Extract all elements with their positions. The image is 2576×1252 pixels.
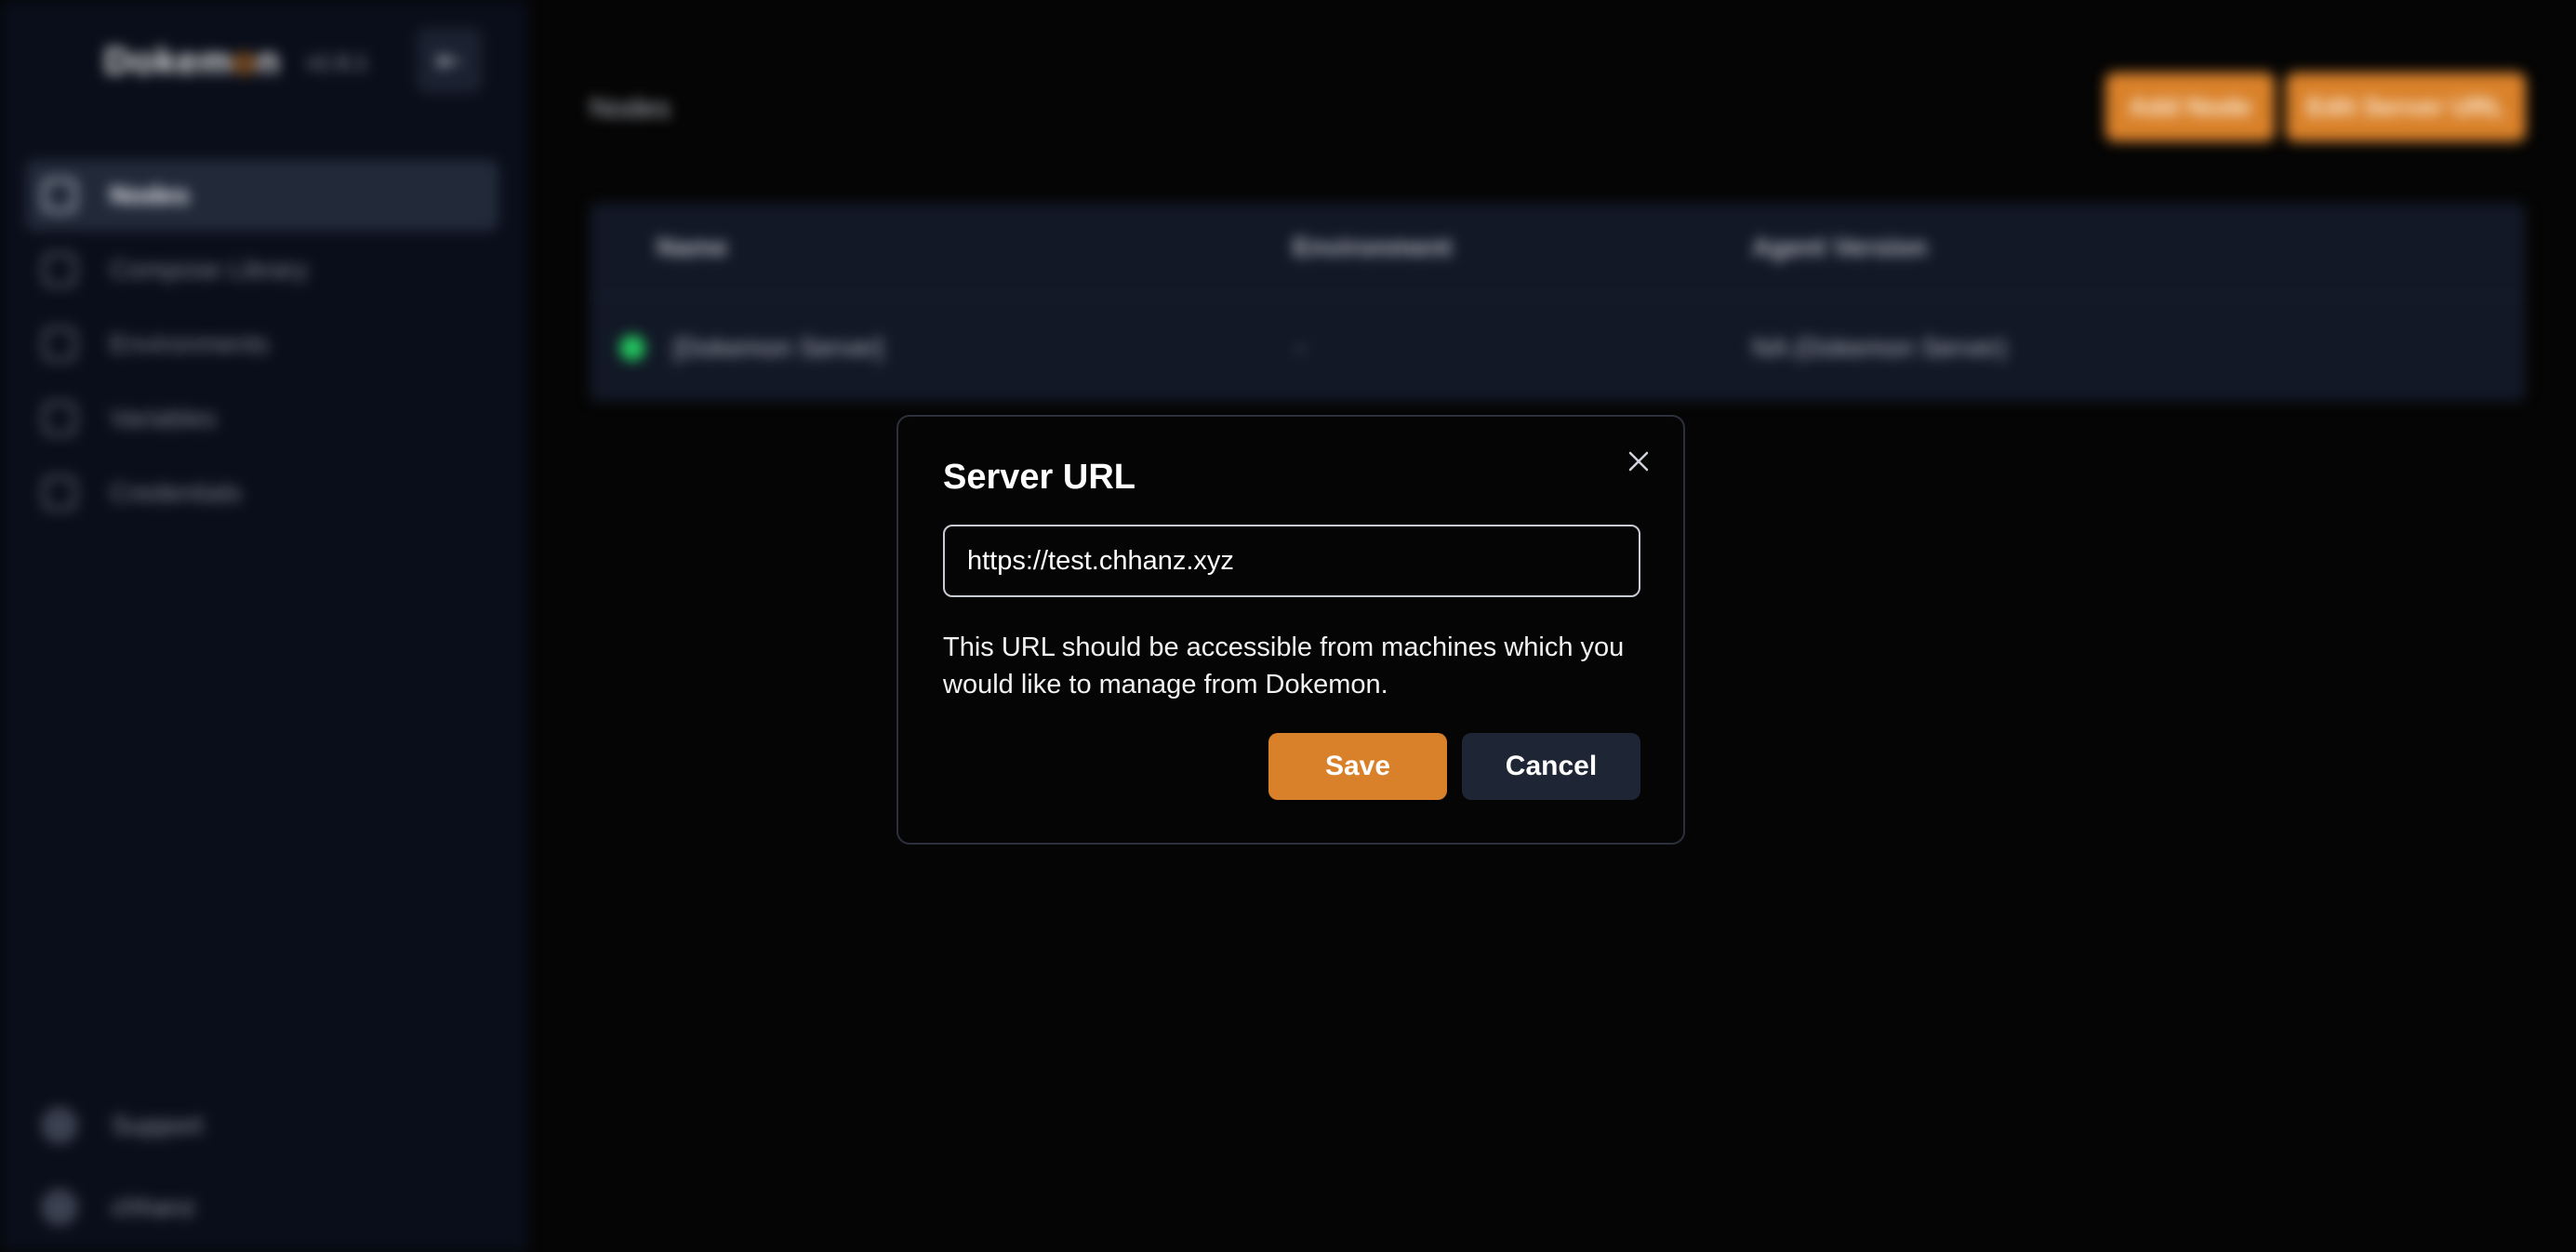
node-agent-version-cell: NA (Dokemon Server) (1752, 333, 2007, 362)
sidebar: Dokemon v1.6.1 ⇤ Nodes Compose Library E… (0, 0, 528, 1252)
cancel-button[interactable]: Cancel (1462, 733, 1640, 800)
server-url-dialog: Server URL This URL should be accessible… (896, 415, 1685, 845)
user-icon (41, 1189, 78, 1226)
sidebar-item-credentials[interactable]: Credentials (26, 458, 498, 528)
sidebar-item-variables[interactable]: Variables (26, 383, 498, 454)
edit-server-url-button[interactable]: Edit Server URL (2286, 73, 2526, 141)
server-url-input[interactable] (943, 525, 1640, 597)
compose-icon (43, 253, 76, 286)
variable-icon (43, 402, 76, 435)
sidebar-item-user[interactable]: chhanz (26, 1178, 498, 1237)
page-title: Nodes (590, 93, 671, 124)
collapse-sidebar-button[interactable]: ⇤ (417, 28, 482, 93)
add-node-button[interactable]: Add Node (2105, 73, 2275, 141)
column-header-environment: Environment (1293, 233, 1453, 261)
column-header-agent-version: Agent Version (1752, 233, 1928, 261)
column-header-name: Name (657, 233, 728, 261)
sidebar-item-compose-library[interactable]: Compose Library (26, 234, 498, 305)
divider (590, 296, 2526, 298)
lock-icon (43, 476, 76, 510)
status-online-dot (619, 335, 645, 361)
node-name-cell[interactable]: [Dokemon Server] (673, 333, 883, 363)
environment-icon (43, 327, 76, 361)
sidebar-item-support[interactable]: Support (26, 1096, 498, 1155)
nodes-table: Name Environment Agent Version [Dokemon … (590, 203, 2526, 402)
dialog-title: Server URL (943, 458, 1135, 497)
close-icon[interactable] (1622, 445, 1655, 478)
sidebar-item-nodes[interactable]: Nodes (26, 160, 498, 231)
save-button[interactable]: Save (1268, 733, 1447, 800)
sidebar-item-environments[interactable]: Environments (26, 309, 498, 380)
server-icon (43, 179, 76, 212)
app-version: v1.6.1 (307, 50, 368, 75)
help-icon (41, 1107, 78, 1144)
node-environment-cell: - (1296, 333, 1306, 362)
logo: Dokemon (104, 41, 281, 82)
help-text: This URL should be accessible from machi… (943, 633, 1625, 699)
